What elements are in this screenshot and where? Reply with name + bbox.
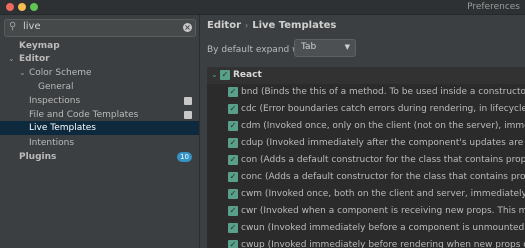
- template-checkbox[interactable]: ✓: [228, 206, 238, 216]
- template-row[interactable]: ✓ cwr (Invoked when a component is recei…: [207, 203, 525, 220]
- template-checkbox[interactable]: ✓: [228, 189, 238, 199]
- window-title: Preferences: [467, 2, 520, 12]
- sidebar-item-file-and-code-templates[interactable]: File and Code Templates: [0, 108, 199, 122]
- chevron-down-icon[interactable]: ⌄: [8, 52, 15, 66]
- chevron-right-icon: ›: [245, 21, 249, 30]
- sidebar-item-label: Plugins: [19, 152, 57, 162]
- template-row[interactable]: ✓ cwup (Invoked immediately before rende…: [207, 237, 525, 248]
- sidebar-item-label: Color Scheme: [29, 68, 92, 78]
- templates-list: ⌄ ✓ React ✓ bnd (Binds the this of a met…: [207, 67, 525, 248]
- dropdown-arrow-icon: ▼: [344, 43, 350, 51]
- sidebar-item-label: Keymap: [19, 41, 60, 51]
- plugins-count-badge: 10: [177, 152, 192, 162]
- template-checkbox[interactable]: ✓: [228, 155, 238, 165]
- template-row[interactable]: ✓ cdm (Invoked once, only on the client …: [207, 118, 525, 135]
- template-label: cwm (Invoked once, both on the client an…: [241, 189, 525, 199]
- template-label: cdup (Invoked immediately after the comp…: [241, 138, 525, 148]
- settings-sidebar: ⚲ live × Keymap ⌄ Editor ⌄ Color Scheme …: [0, 15, 200, 248]
- template-label: cwup (Invoked immediately before renderi…: [241, 240, 525, 248]
- search-input[interactable]: live: [23, 21, 41, 32]
- sidebar-item-inspections[interactable]: Inspections: [0, 94, 199, 108]
- chevron-down-icon[interactable]: ⌄: [211, 70, 218, 79]
- template-checkbox[interactable]: ✓: [228, 240, 238, 248]
- search-icon: ⚲: [9, 21, 17, 32]
- settings-search-field[interactable]: ⚲ live ×: [4, 19, 196, 37]
- sidebar-item-intentions[interactable]: Intentions: [0, 136, 199, 150]
- template-row[interactable]: ✓ con (Adds a default constructor for th…: [207, 152, 525, 169]
- breadcrumb-current: Live Templates: [252, 20, 337, 31]
- clear-search-icon[interactable]: ×: [183, 23, 192, 32]
- sidebar-item-label: General: [38, 82, 74, 92]
- sidebar-item-plugins[interactable]: Plugins 10: [0, 150, 199, 164]
- expand-with-select[interactable]: Tab ▼: [294, 39, 356, 57]
- template-label: cwun (Invoked immediately before a compo…: [241, 223, 525, 233]
- template-row[interactable]: ✓ bnd (Binds the this of a method. To be…: [207, 84, 525, 101]
- template-checkbox[interactable]: ✓: [228, 138, 238, 148]
- template-row[interactable]: ✓ cdc (Error boundaries catch errors dur…: [207, 101, 525, 118]
- sidebar-item-editor[interactable]: ⌄ Editor: [0, 52, 199, 66]
- template-checkbox[interactable]: ✓: [228, 87, 238, 97]
- template-checkbox[interactable]: ✓: [228, 172, 238, 182]
- project-level-icon: [184, 111, 192, 119]
- breadcrumb-root[interactable]: Editor: [207, 20, 241, 31]
- template-label: cdm (Invoked once, only on the client (n…: [241, 121, 525, 131]
- settings-content: Editor › Live Templates By default expand …: [200, 15, 525, 248]
- template-group-label: React: [233, 70, 262, 80]
- template-label: cdc (Error boundaries catch errors durin…: [241, 104, 525, 114]
- chevron-down-icon[interactable]: ⌄: [19, 66, 26, 80]
- sidebar-item-keymap[interactable]: Keymap: [0, 39, 199, 53]
- template-label: bnd (Binds the this of a method. To be u…: [241, 87, 525, 97]
- sidebar-item-label: Live Templates: [29, 123, 96, 133]
- sidebar-item-label: File and Code Templates: [29, 110, 139, 120]
- zoom-window-button[interactable]: [30, 3, 38, 11]
- template-row[interactable]: ✓ cwun (Invoked immediately before a com…: [207, 220, 525, 237]
- close-window-button[interactable]: [6, 3, 14, 11]
- template-row[interactable]: ✓ conc (Adds a default constructor for t…: [207, 169, 525, 186]
- template-checkbox[interactable]: ✓: [228, 104, 238, 114]
- sidebar-item-label: Intentions: [29, 138, 75, 148]
- template-label: con (Adds a default constructor for the …: [241, 155, 525, 165]
- template-label: cwr (Invoked when a component is receivi…: [241, 206, 525, 216]
- sidebar-item-color-scheme[interactable]: ⌄ Color Scheme: [0, 66, 199, 80]
- project-level-icon: [184, 97, 192, 105]
- template-row[interactable]: ✓ cdup (Invoked immediately after the co…: [207, 135, 525, 152]
- breadcrumb: Editor › Live Templates: [207, 20, 336, 31]
- expand-with-value: Tab: [301, 42, 317, 52]
- template-checkbox[interactable]: ✓: [228, 121, 238, 131]
- sidebar-item-label: Inspections: [29, 96, 81, 106]
- minimize-window-button[interactable]: [18, 3, 26, 11]
- sidebar-item-label: Editor: [19, 54, 50, 64]
- template-group-react[interactable]: ⌄ ✓ React: [207, 67, 525, 84]
- template-row[interactable]: ✓ cwm (Invoked once, both on the client …: [207, 186, 525, 203]
- template-label: conc (Adds a default constructor for the…: [241, 172, 525, 182]
- group-checkbox[interactable]: ✓: [220, 70, 230, 80]
- title-bar: Preferences: [0, 0, 525, 15]
- sidebar-item-live-templates[interactable]: Live Templates: [0, 121, 199, 135]
- template-checkbox[interactable]: ✓: [228, 223, 238, 233]
- sidebar-item-general[interactable]: General: [0, 80, 199, 94]
